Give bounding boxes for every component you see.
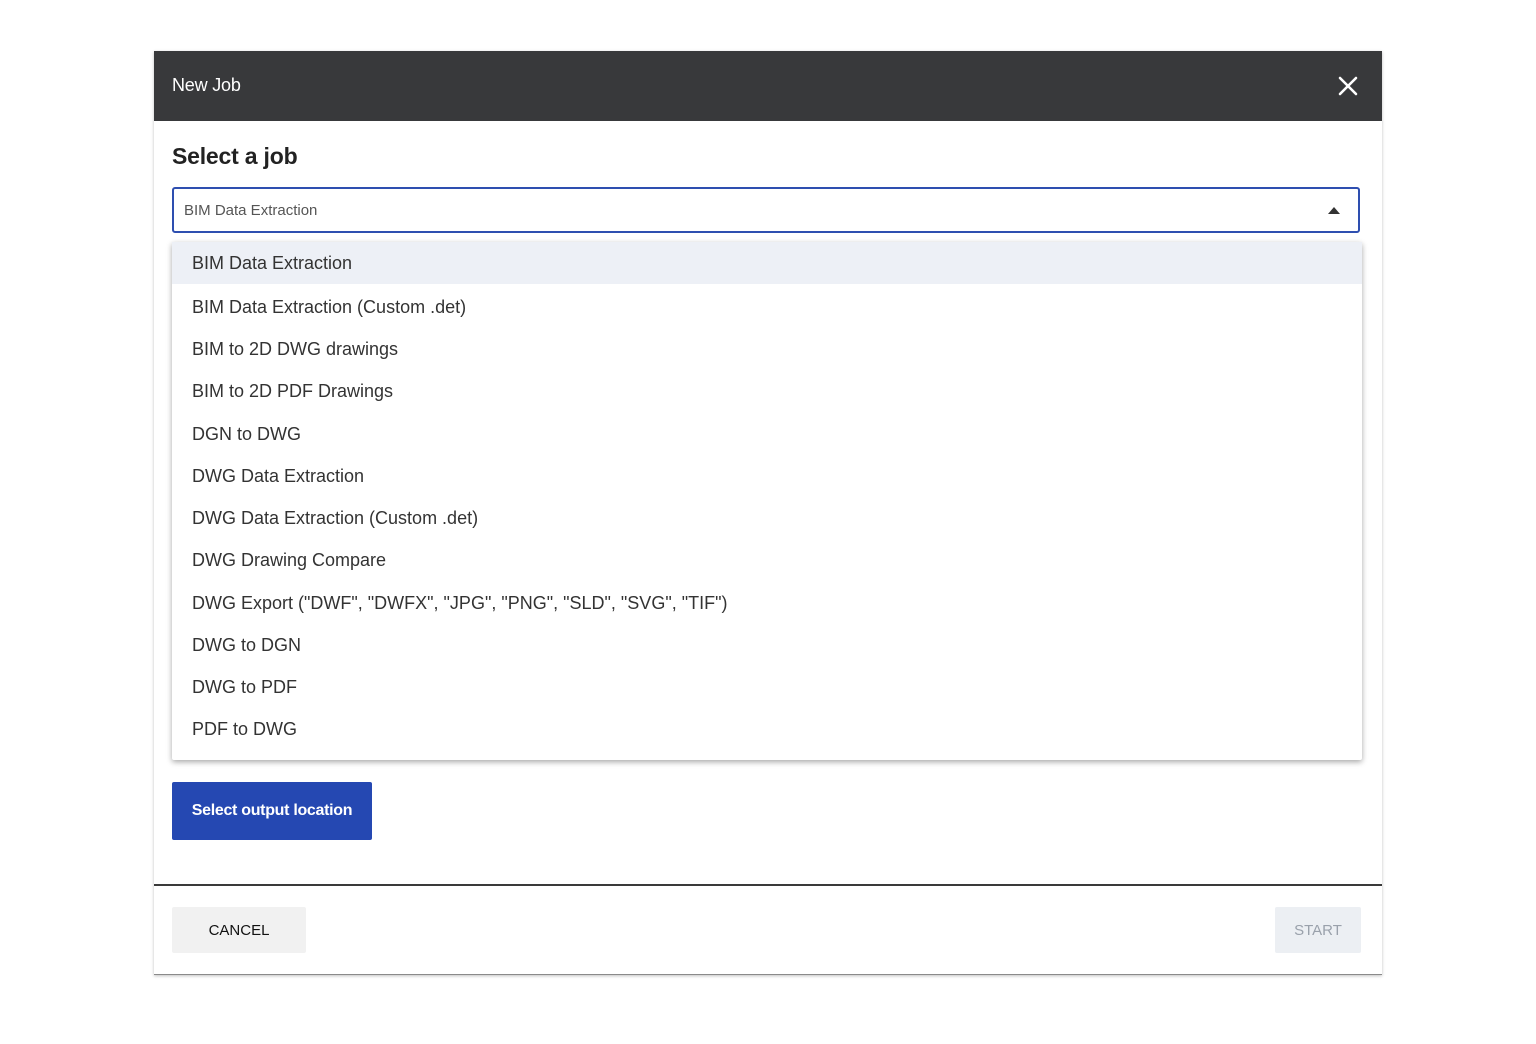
job-option-label: DWG Export ("DWF", "DWFX", "JPG", "PNG",… <box>192 593 728 613</box>
job-option-label: DWG to DGN <box>192 635 302 655</box>
job-option-label: BIM to 2D DWG drawings <box>192 339 399 359</box>
job-option[interactable]: DWG Export ("DWF", "DWFX", "JPG", "PNG",… <box>172 582 1362 624</box>
job-option[interactable]: BIM Data Extraction <box>172 242 1362 284</box>
job-select-value: BIM Data Extraction <box>184 202 318 219</box>
job-select[interactable]: BIM Data Extraction <box>172 187 1360 233</box>
job-option[interactable]: DWG Data Extraction <box>172 455 1362 497</box>
job-option[interactable]: BIM to 2D DWG drawings <box>172 328 1362 370</box>
start-button[interactable]: START <box>1275 907 1361 953</box>
new-job-dialog: New Job Select a job BIM Data Extraction… <box>154 51 1382 975</box>
job-option[interactable]: DGN to DWG <box>172 413 1362 455</box>
select-output-location-button[interactable]: Select output location <box>172 782 372 840</box>
job-option-label: DWG Data Extraction <box>192 466 365 486</box>
close-icon[interactable] <box>1336 74 1360 98</box>
select-job-heading: Select a job <box>172 143 298 169</box>
cancel-button[interactable]: CANCEL <box>172 907 306 953</box>
job-option[interactable]: BIM Data Extraction (Custom .det) <box>172 286 1362 328</box>
job-option[interactable]: DWG Drawing Compare <box>172 539 1362 581</box>
job-option-label: BIM Data Extraction <box>192 253 353 273</box>
job-option[interactable]: DWG to DGN <box>172 624 1362 666</box>
caret-up-icon[interactable] <box>1328 207 1340 214</box>
job-option-label: DWG Data Extraction (Custom .det) <box>192 508 479 528</box>
job-option-label: DGN to DWG <box>192 424 302 444</box>
job-option[interactable]: DWG Data Extraction (Custom .det) <box>172 497 1362 539</box>
job-option-label: DWG to PDF <box>192 677 298 697</box>
job-option-label: BIM to 2D PDF Drawings <box>192 381 394 401</box>
job-option-label: PDF to DWG <box>192 719 298 739</box>
job-option-label: BIM Data Extraction (Custom .det) <box>192 297 467 317</box>
job-option-label: DWG Drawing Compare <box>192 550 387 570</box>
dialog-title: New Job <box>172 75 241 95</box>
job-option[interactable]: DWG to PDF <box>172 666 1362 708</box>
job-option[interactable]: PDF to DWG <box>172 708 1362 750</box>
job-dropdown-list: BIM Data Extraction BIM Data Extraction (… <box>172 242 1362 760</box>
job-option[interactable]: BIM to 2D PDF Drawings <box>172 370 1362 412</box>
dialog-titlebar: New Job <box>154 51 1382 121</box>
footer-divider <box>154 884 1382 886</box>
